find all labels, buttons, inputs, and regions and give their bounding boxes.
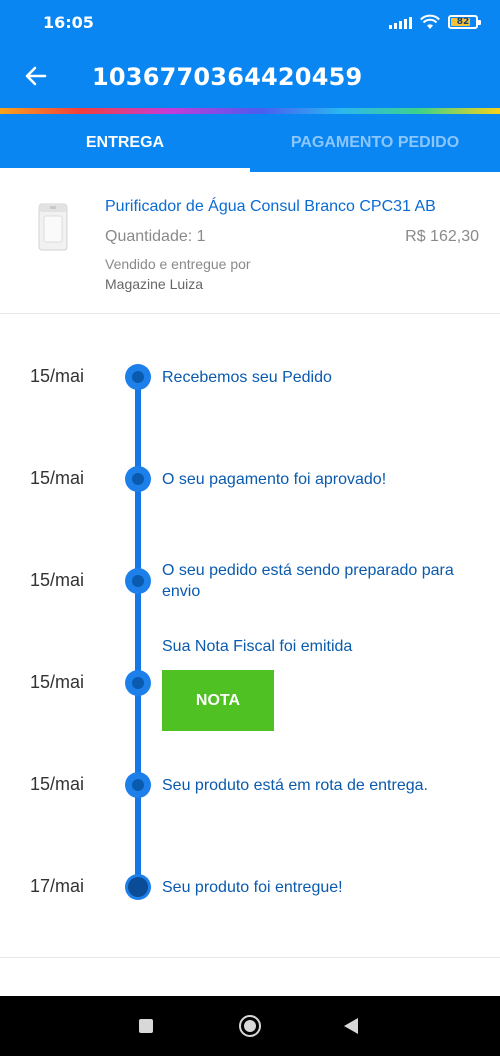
tab-pagamento-pedido[interactable]: PAGAMENTO PEDIDO bbox=[250, 114, 500, 172]
timeline-dot bbox=[125, 670, 151, 696]
timeline-date: 15/mai bbox=[30, 570, 85, 590]
timeline-date: 17/mai bbox=[30, 876, 85, 896]
product-image bbox=[38, 203, 68, 251]
timeline-event-text: O seu pagamento foi aprovado! bbox=[162, 471, 387, 488]
order-number-title: 1036770364420459 bbox=[92, 63, 363, 91]
battery-level: 82 bbox=[456, 17, 470, 27]
arrow-left-icon bbox=[25, 66, 47, 86]
timeline-event-text: Seu produto foi entregue! bbox=[162, 879, 343, 896]
timeline-dot bbox=[125, 364, 151, 390]
product-quantity: Quantidade: 1 bbox=[105, 228, 206, 245]
back-button[interactable] bbox=[22, 62, 50, 90]
nota-button[interactable]: NOTA bbox=[162, 670, 274, 731]
timeline-event-text: Seu produto está em rota de entrega. bbox=[162, 777, 428, 794]
timeline-date: 15/mai bbox=[30, 672, 85, 692]
signal-icon bbox=[389, 15, 412, 29]
product-price: R$ 162,30 bbox=[405, 228, 479, 245]
timeline-event-text: Sua Nota Fiscal foi emitida bbox=[162, 638, 353, 655]
status-time: 16:05 bbox=[43, 13, 94, 32]
tab-bar: ENTREGA PAGAMENTO PEDIDO bbox=[0, 114, 500, 172]
home-icon[interactable] bbox=[239, 1015, 261, 1037]
timeline-dot bbox=[125, 772, 151, 798]
timeline-dot bbox=[125, 466, 151, 492]
wifi-icon bbox=[420, 14, 440, 29]
timeline-event-text: Recebemos seu Pedido bbox=[162, 369, 332, 386]
back-icon[interactable] bbox=[344, 1018, 358, 1034]
app-header: 16:05 82 1036770364420459 bbox=[0, 0, 500, 108]
product-card[interactable]: Purificador de Água Consul Branco CPC31 … bbox=[0, 172, 500, 314]
section-divider bbox=[0, 957, 500, 958]
product-name-link[interactable]: Purificador de Água Consul Branco CPC31 … bbox=[105, 198, 436, 216]
timeline-event-text: O seu pedido está sendo preparado para e… bbox=[162, 562, 454, 600]
system-nav-bar bbox=[0, 996, 500, 1056]
timeline-dot bbox=[125, 568, 151, 594]
recent-apps-icon[interactable] bbox=[139, 1019, 153, 1033]
timeline-line bbox=[135, 377, 141, 887]
tab-entrega[interactable]: ENTREGA bbox=[0, 114, 250, 172]
sold-by-label: Vendido e entregue por bbox=[105, 256, 251, 272]
timeline-date: 15/mai bbox=[30, 774, 85, 794]
timeline-date: 15/mai bbox=[30, 366, 85, 386]
battery-icon: 82 bbox=[448, 15, 481, 29]
timeline-dot-current bbox=[125, 874, 151, 900]
status-icons: 82 bbox=[389, 12, 481, 32]
seller-name: Magazine Luiza bbox=[105, 276, 204, 292]
timeline-date: 15/mai bbox=[30, 468, 85, 488]
